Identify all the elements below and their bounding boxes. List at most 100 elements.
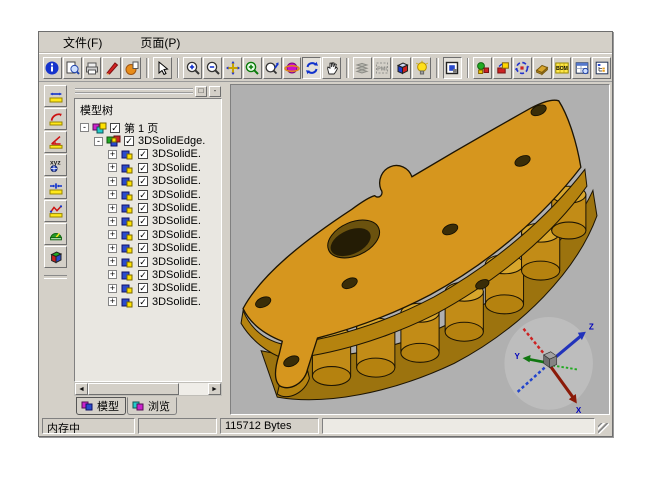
visibility-checkbox[interactable]: ✓ [138,216,148,226]
page-node-icon [92,122,107,134]
visibility-checkbox[interactable]: ✓ [138,176,148,186]
tree-item-part[interactable]: +✓3DSolidE. [78,201,221,214]
expand-toggle[interactable]: + [108,244,117,253]
collapse-toggle[interactable]: - [94,137,103,146]
zoom-window-button[interactable] [243,57,262,79]
visibility-checkbox[interactable]: ✓ [138,243,148,253]
status-bar: 内存中 115712 Bytes [39,415,612,436]
visibility-checkbox[interactable]: ✓ [138,283,148,293]
expand-toggle[interactable]: + [108,190,117,199]
select-cursor-button[interactable] [153,57,172,79]
table-view-icon [574,60,590,76]
panel-restore-button[interactable]: □ [195,86,207,97]
panel-minimize-button[interactable]: - [209,86,221,97]
visibility-checkbox[interactable]: ✓ [110,123,120,133]
layers-button[interactable] [353,57,372,79]
expand-toggle[interactable]: + [108,257,117,266]
measure-curve-button[interactable] [44,200,67,222]
tab-model[interactable]: 模型 [76,397,126,415]
measure-toolbar: xyz [39,82,72,415]
visibility-checkbox[interactable]: ✓ [124,136,134,146]
expand-toggle[interactable]: + [108,217,117,226]
axis-x-label: X [576,406,582,414]
expand-toggle[interactable]: + [108,230,117,239]
zoom-in-button[interactable] [183,57,202,79]
visibility-checkbox[interactable]: ✓ [138,257,148,267]
expand-toggle[interactable]: + [108,204,117,213]
visibility-checkbox[interactable]: ✓ [138,190,148,200]
tree-item-part[interactable]: + ✓ 3DSolidE. [78,161,221,174]
expand-toggle[interactable]: + [108,284,117,293]
pan-button[interactable] [223,57,242,79]
expand-toggle[interactable]: + [108,163,117,172]
menu-file[interactable]: 文件(F) [59,32,106,53]
coordinate-xyz-button[interactable]: xyz [44,154,67,176]
view-cube-button[interactable] [392,57,411,79]
tree-item-part[interactable]: +✓3DSolidE. [78,282,221,295]
tab-browse[interactable]: 浏览 [127,397,177,415]
tree-item-assembly[interactable]: - ✓ 3DSolidEdge. [78,134,221,147]
tree-item-part[interactable]: +✓3DSolidE. [78,215,221,228]
print-button[interactable] [83,57,102,79]
measure-radius-button[interactable] [44,108,67,130]
tree-item-part[interactable]: +✓3DSolidE. [78,268,221,281]
tree-view-button[interactable] [592,57,611,79]
info-button[interactable] [43,57,62,79]
dynamic-zoom-button[interactable] [263,57,282,79]
tree-item-part[interactable]: +✓3DSolidE. [78,255,221,268]
visibility-checkbox[interactable]: ✓ [138,297,148,307]
tree-horizontal-scrollbar[interactable]: ◄ ► [74,382,222,396]
render-frame-button[interactable] [443,57,462,79]
orbit-button[interactable] [283,57,302,79]
move-part-button[interactable] [493,57,512,79]
expand-toggle[interactable]: + [108,177,117,186]
visibility-checkbox[interactable]: ✓ [138,270,148,280]
eraser-button[interactable] [533,57,552,79]
panel-gripper[interactable]: □ - [74,84,222,98]
print-preview-button[interactable] [63,57,82,79]
viewport-3d[interactable]: Z Y X [230,84,610,415]
pan-icon [225,60,241,76]
measure-angle-button[interactable] [44,131,67,153]
pmi-button[interactable]: PMI [373,57,392,79]
tree-item-part[interactable]: +✓3DSolidE. [78,175,221,188]
tree-item-part[interactable]: +✓3DSolidE. [78,148,221,161]
tree-item-part[interactable]: +✓3DSolidE. [78,242,221,255]
tree-item-label: 3DSolidE. [152,162,201,174]
scroll-thumb[interactable] [88,383,179,395]
visibility-checkbox[interactable]: ✓ [138,163,148,173]
expand-toggle[interactable]: + [108,270,117,279]
visibility-checkbox[interactable]: ✓ [138,203,148,213]
measure-radius-icon [48,111,64,127]
resize-grip[interactable] [598,423,609,434]
update-view-button[interactable] [513,57,532,79]
menu-page[interactable]: 页面(P) [136,32,184,53]
light-button[interactable] [412,57,431,79]
protractor-button[interactable] [44,223,67,245]
table-view-button[interactable] [572,57,591,79]
solid-box-button[interactable] [44,246,67,268]
measure-gap-button[interactable] [44,177,67,199]
tree-item-part[interactable]: +✓3DSolidE. [78,295,221,308]
tree-item-page[interactable]: - ✓ 第 1 页 [78,121,221,134]
tree-item-part[interactable]: +✓3DSolidE. [78,188,221,201]
edit-pencil-button[interactable] [102,57,121,79]
color-page-button[interactable] [122,57,141,79]
scroll-right-button[interactable]: ► [208,383,221,395]
tree-item-part[interactable]: +✓3DSolidE. [78,228,221,241]
expand-toggle[interactable]: + [108,150,117,159]
status-memory: 内存中 [42,418,135,434]
expand-toggle[interactable]: + [108,297,117,306]
hand-pan-button[interactable] [322,57,341,79]
part-node-icon [120,215,135,227]
assembly-parts-button[interactable] [473,57,492,79]
spin-view-button[interactable] [302,57,321,79]
collapse-toggle[interactable]: - [80,123,89,132]
scroll-left-button[interactable]: ◄ [75,383,88,395]
bom-button[interactable]: BOM [553,57,572,79]
zoom-out-button[interactable] [203,57,222,79]
visibility-checkbox[interactable]: ✓ [138,230,148,240]
visibility-checkbox[interactable]: ✓ [138,149,148,159]
orientation-trackball[interactable]: Z Y X [504,317,593,414]
measure-distance-button[interactable] [44,85,67,107]
